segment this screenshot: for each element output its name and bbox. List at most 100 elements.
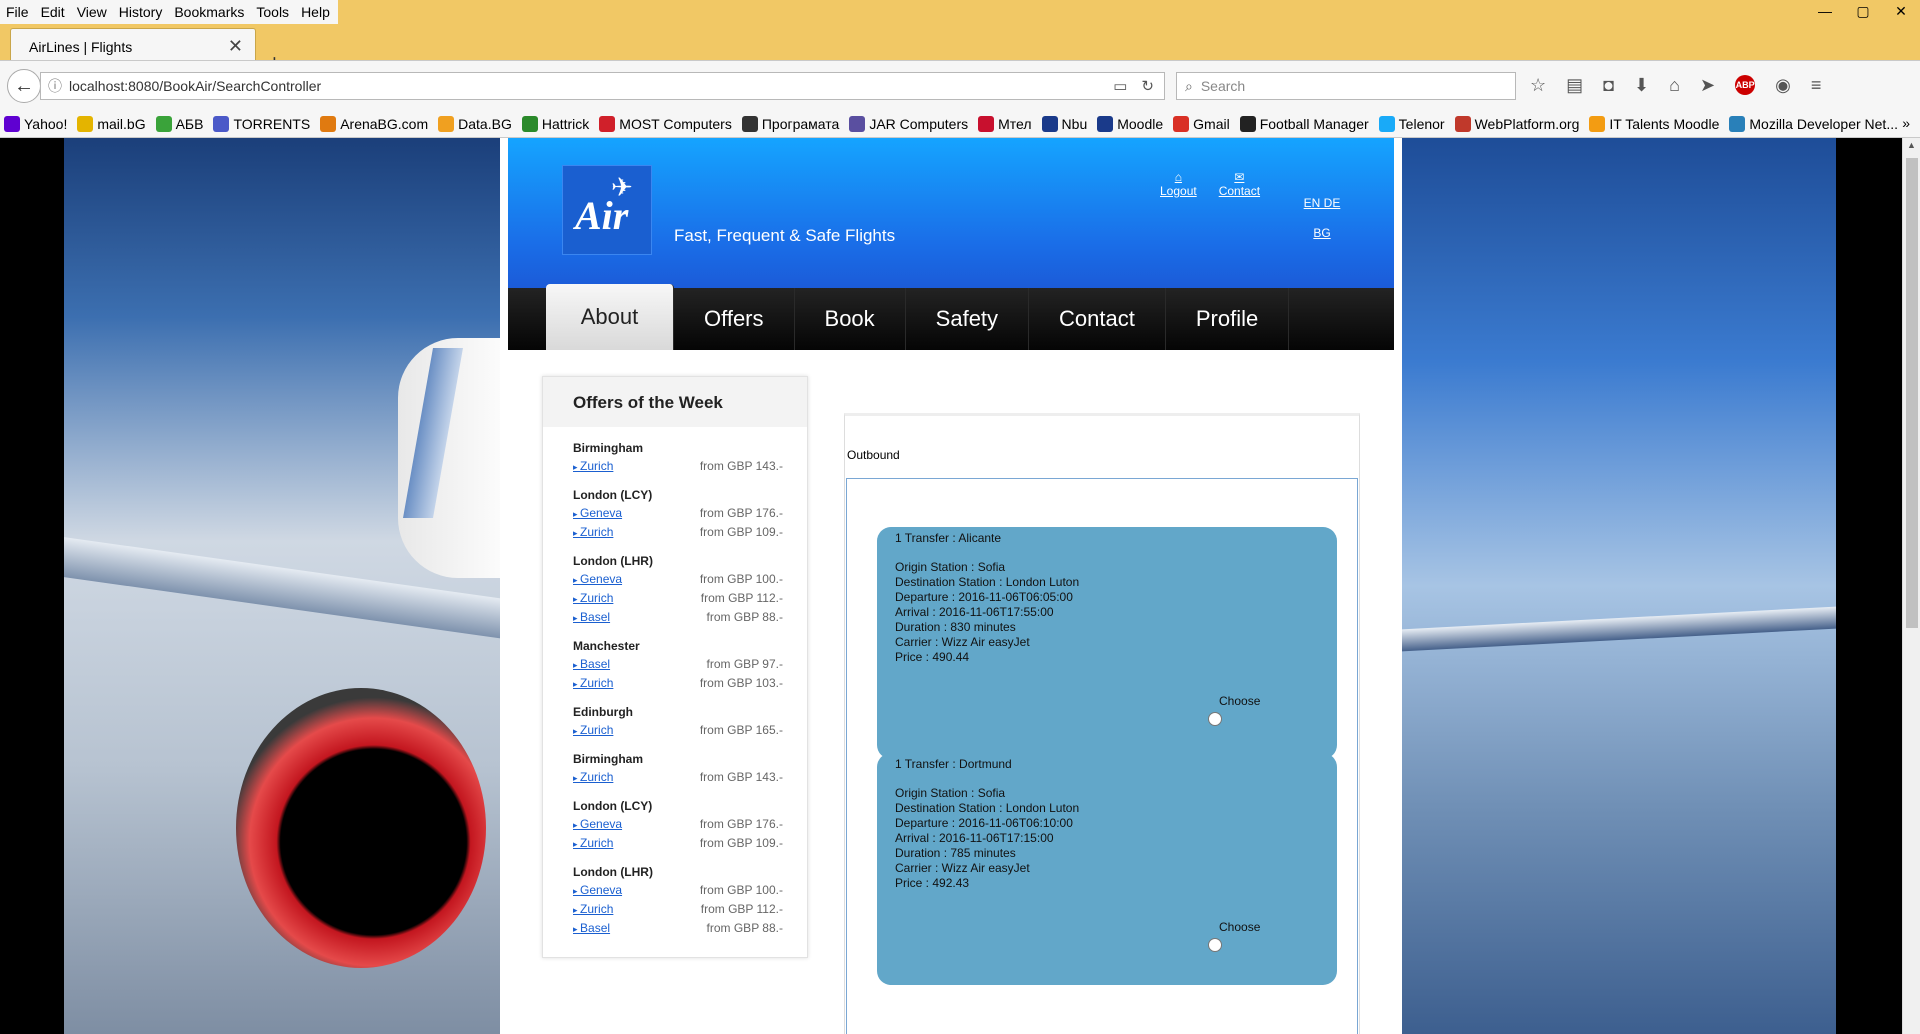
nav-contact[interactable]: Contact: [1029, 288, 1166, 350]
bookmark-item[interactable]: Gmail: [1173, 116, 1230, 132]
bookmark-item[interactable]: АБВ: [155, 116, 203, 132]
url-text[interactable]: localhost:8080/BookAir/SearchController: [69, 78, 1113, 94]
bookmark-item[interactable]: Football Manager: [1239, 116, 1369, 132]
bookmark-item[interactable]: ArenaBG.com: [320, 116, 428, 132]
bookmark-item[interactable]: Nbu: [1041, 116, 1087, 132]
menu-edit[interactable]: Edit: [41, 4, 65, 20]
offer-destination-link[interactable]: Zurich: [573, 836, 613, 850]
more-bookmarks-icon[interactable]: »: [1902, 115, 1910, 131]
choose-flight-radio[interactable]: [1208, 938, 1222, 952]
bookmark-item[interactable]: JAR Computers: [849, 116, 968, 132]
offer-destination-link[interactable]: Geneva: [573, 506, 622, 520]
bookmarks-list-icon[interactable]: ▤: [1566, 75, 1583, 96]
offer-destination-link[interactable]: Zurich: [573, 525, 613, 539]
offer-route-row: Zurich from GBP 112.-: [573, 900, 783, 917]
send-icon[interactable]: ➤: [1700, 75, 1715, 96]
download-icon[interactable]: ⬇: [1634, 75, 1649, 96]
back-button[interactable]: ←: [7, 69, 41, 103]
background-image-right: [1402, 138, 1836, 1034]
bookmark-item[interactable]: Data.BG: [438, 116, 512, 132]
offer-destination-link[interactable]: Zurich: [573, 591, 613, 605]
bookmark-item[interactable]: TORRENTS: [213, 116, 310, 132]
reader-view-icon[interactable]: ▭: [1113, 77, 1127, 95]
offer-origin-city: Edinburgh: [573, 705, 633, 719]
reload-icon[interactable]: ↻: [1141, 77, 1154, 95]
airlines-logo[interactable]: ✈ Air: [562, 165, 652, 255]
hamburger-menu-icon[interactable]: ≡: [1811, 75, 1822, 96]
adblock-icon[interactable]: ABP: [1735, 75, 1756, 95]
browser-tab[interactable]: AirLines | Flights ✕: [10, 28, 256, 61]
offer-destination-link[interactable]: Geneva: [573, 572, 622, 586]
site-info-icon[interactable]: ⓘ: [41, 76, 69, 96]
pocket-icon[interactable]: ◘: [1603, 75, 1614, 96]
scroll-up-icon[interactable]: ▲: [1907, 140, 1916, 150]
offer-price: from GBP 97.-: [706, 656, 783, 671]
bookmark-item[interactable]: mail.bG: [77, 116, 146, 132]
minimize-button[interactable]: —: [1806, 0, 1844, 24]
maximize-button[interactable]: ▢: [1844, 0, 1882, 24]
flight-transfer: 1 Transfer : Alicante: [895, 531, 1002, 545]
url-bar[interactable]: ⓘ localhost:8080/BookAir/SearchControlle…: [40, 72, 1165, 100]
offer-destination-link[interactable]: Zurich: [573, 723, 613, 737]
close-tab-icon[interactable]: ✕: [228, 36, 243, 57]
bookmark-label: Mozilla Developer Net...: [1749, 116, 1898, 132]
nav-safety[interactable]: Safety: [906, 288, 1030, 350]
bookmark-item[interactable]: IT Talents Moodle: [1589, 116, 1719, 132]
bookmark-item[interactable]: Telenor: [1378, 116, 1445, 132]
home-icon[interactable]: ⌂: [1669, 75, 1680, 96]
offer-destination-link[interactable]: Zurich: [573, 676, 613, 690]
bookmark-item[interactable]: Програмата: [741, 116, 839, 132]
bookmark-item[interactable]: Hattrick: [521, 116, 589, 132]
bookmark-item[interactable]: MOST Computers: [599, 116, 732, 132]
bookmark-label: JAR Computers: [869, 116, 969, 132]
menu-bookmarks[interactable]: Bookmarks: [174, 4, 244, 20]
bookmark-label: MOST Computers: [619, 116, 732, 132]
bookmark-label: mail.bG: [97, 116, 146, 132]
bookmark-item[interactable]: WebPlatform.org: [1454, 116, 1579, 132]
offer-destination-link[interactable]: Zurich: [573, 770, 613, 784]
offer-destination-link[interactable]: Geneva: [573, 817, 622, 831]
menu-file[interactable]: File: [6, 4, 29, 20]
offer-price: from GBP 88.-: [706, 920, 783, 935]
flight-destination: Destination Station : London Luton: [895, 575, 1080, 589]
offer-destination-link[interactable]: Zurich: [573, 902, 613, 916]
contact-link[interactable]: ✉ Contact: [1219, 170, 1260, 198]
menu-history[interactable]: History: [119, 4, 163, 20]
logout-link[interactable]: ⌂ Logout: [1160, 170, 1197, 198]
bookmark-favicon-icon: [599, 116, 616, 132]
globe-icon[interactable]: ◉: [1775, 75, 1791, 96]
bookmark-item[interactable]: Yahoo!: [4, 116, 67, 132]
menu-view[interactable]: View: [77, 4, 107, 20]
nav-profile[interactable]: Profile: [1166, 288, 1290, 350]
offer-route-row: Zurich from GBP 143.-: [573, 768, 783, 785]
lang-bg-link[interactable]: BG: [1302, 218, 1342, 248]
lang-en-de-link[interactable]: EN DE: [1302, 188, 1342, 218]
nav-offers[interactable]: Offers: [674, 288, 795, 350]
flight-arrival: Arrival : 2016-11-06T17:55:00: [895, 605, 1054, 619]
vertical-scrollbar[interactable]: ▲: [1902, 138, 1920, 1034]
offer-destination-link[interactable]: Basel: [573, 921, 610, 935]
offer-destination-link[interactable]: Zurich: [573, 459, 613, 473]
choose-flight-radio[interactable]: [1208, 712, 1222, 726]
bookmark-star-icon[interactable]: ☆: [1530, 75, 1546, 96]
offer-destination-link[interactable]: Basel: [573, 657, 610, 671]
menu-tools[interactable]: Tools: [256, 4, 289, 20]
bookmark-item[interactable]: Mozilla Developer Net...: [1729, 116, 1898, 132]
bookmark-favicon-icon: [849, 116, 866, 132]
outbound-label: Outbound: [847, 448, 900, 462]
offer-destination-link[interactable]: Basel: [573, 610, 610, 624]
nav-about[interactable]: About: [546, 284, 674, 350]
search-bar[interactable]: ⌕ Search: [1176, 72, 1516, 100]
bookmark-favicon-icon: [4, 116, 20, 132]
offer-route-row: Basel from GBP 88.-: [573, 608, 783, 625]
scrollbar-thumb[interactable]: [1906, 158, 1918, 628]
offer-price: from GBP 143.-: [699, 458, 783, 473]
menu-help[interactable]: Help: [301, 4, 330, 20]
bookmark-item[interactable]: Moodle: [1097, 116, 1163, 132]
close-window-button[interactable]: ✕: [1882, 0, 1920, 24]
search-input[interactable]: Search: [1201, 78, 1245, 94]
bookmark-item[interactable]: Мтел: [978, 116, 1032, 132]
offer-destination-link[interactable]: Geneva: [573, 883, 622, 897]
nav-book[interactable]: Book: [795, 288, 906, 350]
offer-route-row: Zurich from GBP 112.-: [573, 589, 783, 606]
